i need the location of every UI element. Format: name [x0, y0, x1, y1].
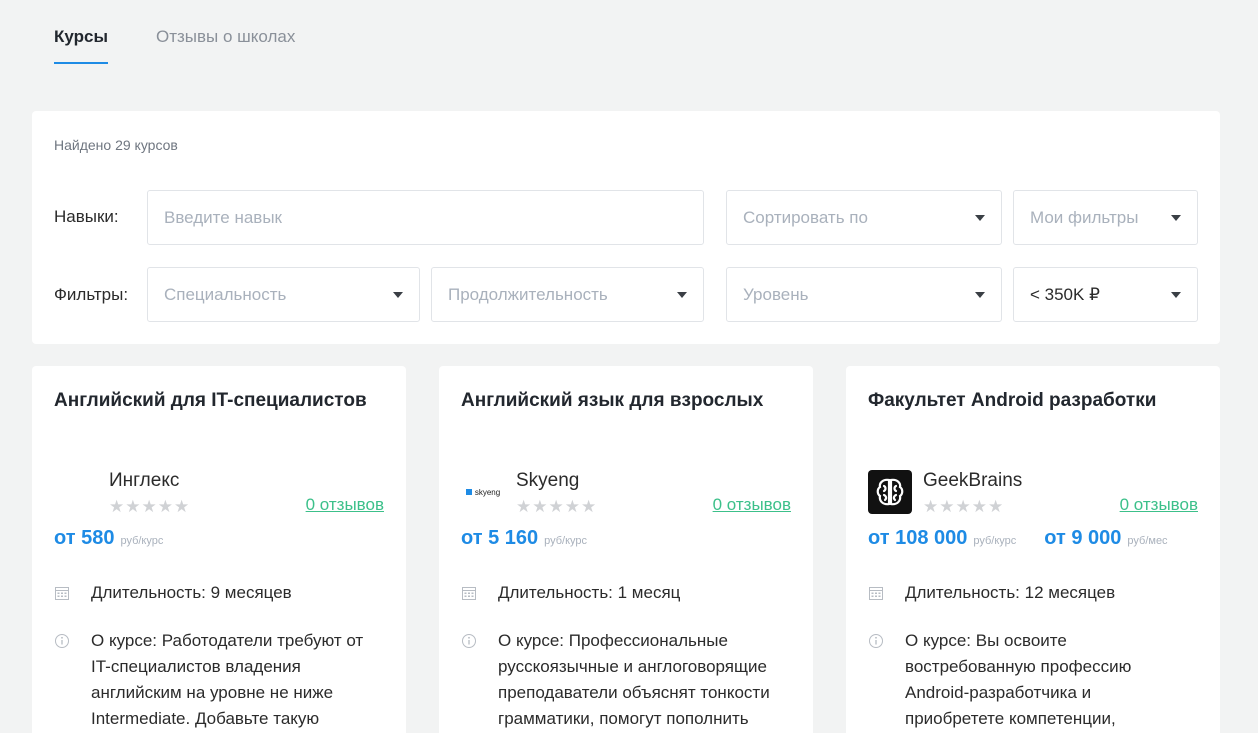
reviews-link[interactable]: 0 отзывов: [713, 495, 791, 515]
duration-label: Продолжительность: [448, 284, 608, 304]
price-label: < 350K ₽: [1030, 284, 1100, 304]
info-icon: [462, 634, 476, 648]
level-select[interactable]: Уровень: [726, 267, 1002, 322]
filters-label: Фильтры:: [54, 285, 129, 304]
course-title[interactable]: Английский для IT-специалистов: [54, 390, 367, 412]
course-duration: Длительность: 9 месяцев: [91, 583, 292, 602]
price-unit: руб/курс: [120, 535, 164, 547]
chevron-down-icon: [975, 291, 985, 298]
chevron-down-icon: [677, 291, 687, 298]
calendar-icon: [462, 587, 476, 600]
rating-stars: ★★★★★: [516, 497, 598, 516]
reviews-link[interactable]: 0 отзывов: [306, 495, 384, 515]
chevron-down-icon: [1171, 291, 1181, 298]
sort-select-label: Сортировать по: [743, 207, 868, 227]
price-unit: руб/курс: [544, 535, 588, 547]
info-icon: [55, 634, 69, 648]
tab-courses[interactable]: Курсы: [54, 0, 108, 64]
price-row: от 5 160 руб/курс: [461, 527, 587, 550]
specialty-label: Специальность: [164, 284, 287, 304]
calendar-icon: [869, 587, 883, 600]
school-logo: [868, 470, 912, 514]
skills-input-field[interactable]: [147, 190, 704, 245]
skyeng-mark-icon: [465, 489, 472, 495]
level-label: Уровень: [743, 284, 809, 304]
school-logo: skyeng: [461, 470, 505, 514]
course-title[interactable]: Английский язык для взрослых: [461, 390, 763, 412]
price-row: от 108 000 руб/курс от 9 000 руб/мес: [868, 527, 1168, 550]
info-icon: [869, 634, 883, 648]
price: от 580: [54, 527, 115, 549]
skills-label: Навыки:: [54, 207, 119, 226]
price-row: от 580 руб/курс: [54, 527, 163, 550]
tabs-bar: Курсы Отзывы о школах: [54, 0, 295, 64]
course-card[interactable]: Английский язык для взрослых skyeng Skye…: [439, 366, 813, 733]
my-filters-label: Мои фильтры: [1030, 207, 1139, 227]
brain-icon: [876, 478, 904, 506]
price: от 5 160: [461, 527, 539, 549]
course-description: О курсе: Работодатели требуют от IT-спец…: [91, 631, 364, 728]
rating-stars: ★★★★★: [923, 497, 1005, 516]
price: от 108 000: [868, 527, 968, 549]
filter-panel: Найдено 29 курсов Навыки: Сортировать по…: [32, 111, 1220, 344]
duration-select[interactable]: Продолжительность: [431, 267, 704, 322]
my-filters-select[interactable]: Мои фильтры: [1013, 190, 1198, 245]
tab-school-reviews[interactable]: Отзывы о школах: [156, 0, 295, 64]
course-description: О курсе: Вы освоите востребованную профе…: [905, 631, 1132, 728]
course-duration: Длительность: 12 месяцев: [905, 583, 1116, 602]
monthly-price: от 9 000: [1044, 527, 1122, 549]
rating-stars: ★★★★★: [109, 497, 191, 516]
course-card[interactable]: Английский для IT-специалистов Инглекс ★…: [32, 366, 406, 733]
results-count: Найдено 29 курсов: [54, 137, 178, 153]
chevron-down-icon: [1171, 214, 1181, 221]
price-select[interactable]: < 350K ₽: [1013, 267, 1198, 322]
course-card[interactable]: Факультет Android разработки GeekBrains …: [846, 366, 1220, 733]
reviews-link[interactable]: 0 отзывов: [1120, 495, 1198, 515]
monthly-price-unit: руб/мес: [1127, 535, 1168, 547]
chevron-down-icon: [393, 291, 403, 298]
school-name[interactable]: Инглекс: [109, 470, 179, 492]
sort-select[interactable]: Сортировать по: [726, 190, 1002, 245]
chevron-down-icon: [975, 214, 985, 221]
price-unit: руб/курс: [973, 535, 1017, 547]
course-description: О курсе: Профессиональные русскоязычные …: [498, 631, 770, 728]
course-title[interactable]: Факультет Android разработки: [868, 390, 1156, 412]
course-duration: Длительность: 1 месяц: [498, 583, 681, 602]
school-name[interactable]: Skyeng: [516, 470, 579, 492]
calendar-icon: [55, 587, 69, 600]
specialty-select[interactable]: Специальность: [147, 267, 420, 322]
school-name[interactable]: GeekBrains: [923, 470, 1022, 492]
skills-input[interactable]: [164, 207, 687, 228]
